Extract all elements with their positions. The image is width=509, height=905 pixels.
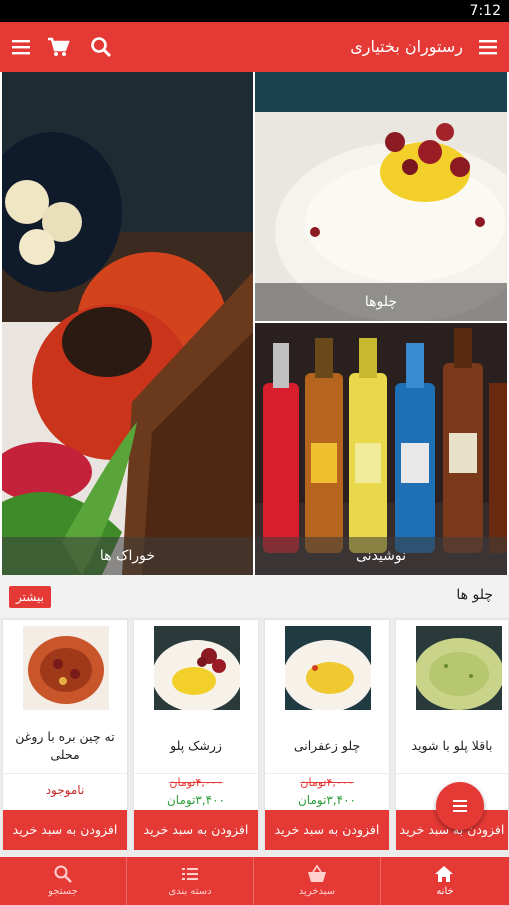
divider — [265, 773, 389, 774]
bottom-nav: جستجو دسته بندی سبدخرید خانه — [0, 857, 509, 905]
list-icon — [182, 868, 198, 880]
category-label: چلوها — [255, 283, 507, 321]
product-image — [23, 626, 109, 710]
product-card[interactable]: زرشک پلو ۴,۰۰۰تومان ۳,۴۰۰تومان افزودن به… — [133, 619, 259, 850]
search-icon — [54, 865, 72, 883]
product-name: ته چین بره با روغن محلی — [15, 729, 115, 762]
list-icon — [453, 800, 467, 812]
category-tile-rice[interactable]: چلوها — [255, 72, 507, 321]
clock: 7:12 — [469, 3, 501, 19]
home-icon — [435, 866, 453, 882]
new-price: ۳,۴۰۰تومان — [166, 793, 226, 807]
divider — [396, 773, 508, 774]
drawer-menu-icon[interactable] — [475, 34, 501, 60]
search-icon[interactable] — [88, 34, 114, 60]
product-card[interactable]: چلو زعفرانی ۴,۰۰۰تومان ۳,۴۰۰تومان افزودن… — [264, 619, 390, 850]
nav-label: خانه — [436, 886, 454, 897]
product-status: ناموجود — [45, 783, 85, 797]
nav-label: دسته بندی — [168, 886, 212, 897]
fab-menu-button[interactable] — [436, 782, 484, 830]
app-bar: رستوران بختیاری — [0, 22, 509, 72]
nav-categories[interactable]: دسته بندی — [127, 857, 254, 905]
product-list: ته چین بره با روغن محلی ناموجود افزودن ب… — [0, 617, 509, 857]
nav-label: سبدخرید — [298, 886, 336, 897]
nav-label: جستجو — [48, 886, 78, 897]
divider — [3, 773, 127, 774]
category-label: نوشیدنی — [255, 537, 507, 575]
more-button[interactable]: بیشتر — [9, 586, 51, 608]
status-bar: 7:12 — [0, 0, 509, 22]
add-to-cart-button[interactable]: افزودن به سبد خرید — [134, 810, 258, 850]
product-image — [416, 626, 502, 710]
nav-cart[interactable]: سبدخرید — [254, 857, 381, 905]
old-price: ۴,۰۰۰تومان — [300, 776, 354, 789]
category-tile-drinks[interactable]: نوشیدنی — [255, 323, 507, 575]
nav-search[interactable]: جستجو — [0, 857, 127, 905]
category-grid: خوراک ها چلوها نوشیدنی — [0, 72, 509, 575]
nav-home[interactable]: خانه — [381, 857, 509, 905]
section-header: بیشتر چلو ها — [0, 575, 509, 617]
category-label: خوراک ها — [2, 537, 253, 575]
product-name: باقلا پلو با شوید — [411, 738, 493, 753]
app-title: رستوران بختیاری — [350, 37, 463, 56]
old-price: ۴,۰۰۰تومان — [169, 776, 223, 789]
product-name: زرشک پلو — [170, 738, 222, 753]
cart-icon[interactable] — [45, 34, 71, 60]
overflow-menu-icon[interactable] — [8, 34, 34, 60]
product-card[interactable]: ته چین بره با روغن محلی ناموجود افزودن ب… — [2, 619, 128, 850]
basket-icon — [308, 864, 326, 882]
add-to-cart-button[interactable]: افزودن به سبد خرید — [3, 810, 127, 850]
add-to-cart-button[interactable]: افزودن به سبد خرید — [265, 810, 389, 850]
divider — [134, 773, 258, 774]
new-price: ۳,۴۰۰تومان — [297, 793, 357, 807]
product-image — [285, 626, 371, 710]
product-name: چلو زعفرانی — [293, 738, 361, 753]
category-tile-food[interactable]: خوراک ها — [2, 72, 253, 575]
section-title: چلو ها — [456, 587, 493, 603]
kebab-image — [2, 72, 253, 575]
product-image — [154, 626, 240, 710]
